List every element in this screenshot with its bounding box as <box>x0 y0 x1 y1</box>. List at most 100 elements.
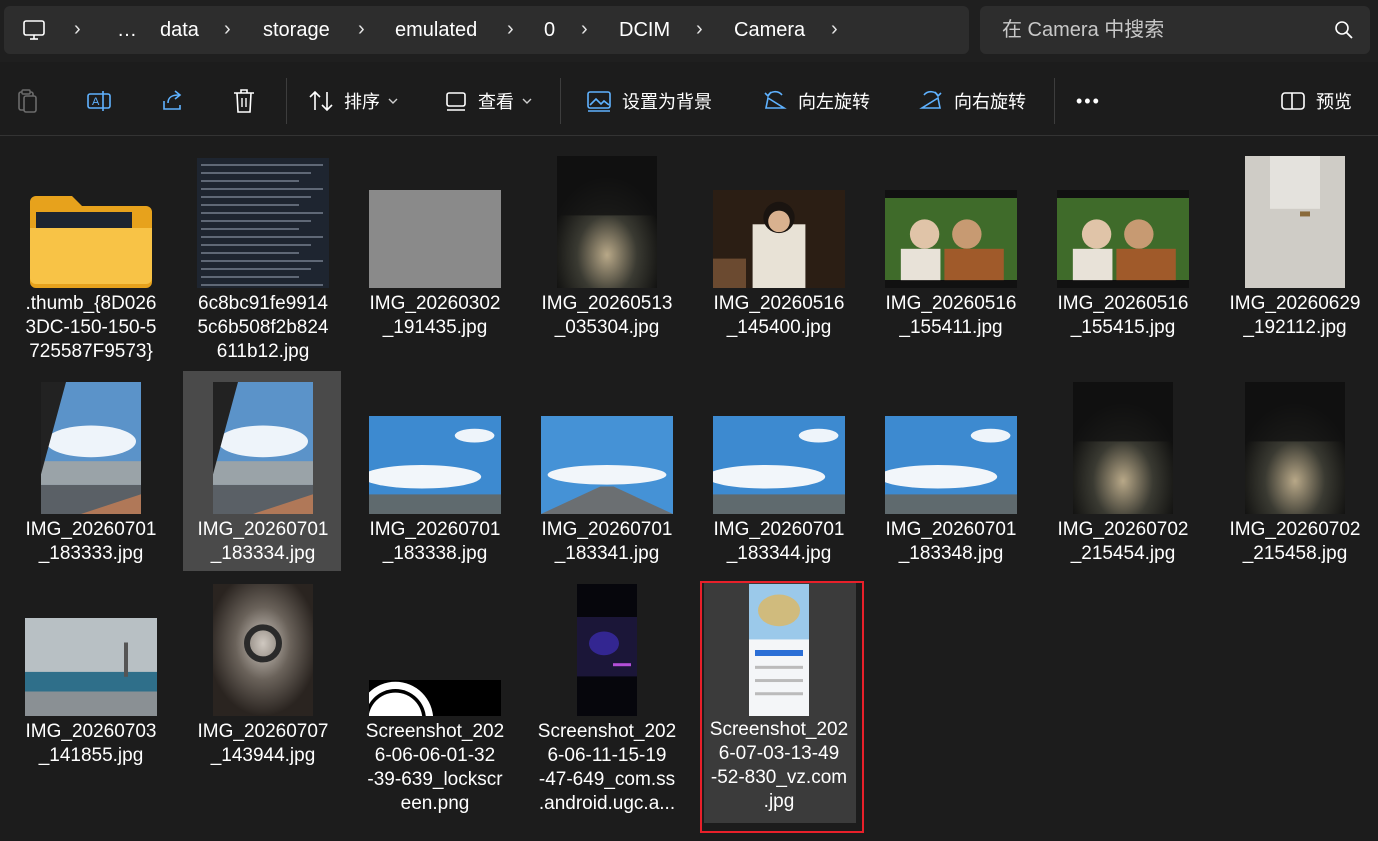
file-item[interactable]: IMG_20260302 _191435.jpg <box>356 152 514 352</box>
file-name-line: IMG_20260701 <box>25 519 157 540</box>
breadcrumb-item-emulated[interactable]: emulated <box>395 6 477 54</box>
rotate-left-icon <box>762 88 788 114</box>
rotate-left-button[interactable]: 向左旋转 <box>762 66 870 136</box>
file-item[interactable]: IMG_20260707 _143944.jpg <box>184 580 342 780</box>
rename-button[interactable]: A <box>86 66 112 136</box>
file-name-line: IMG_20260703 <box>25 721 157 742</box>
file-name: IMG_20260516 _155415.jpg <box>1044 292 1202 340</box>
file-item[interactable]: IMG_20260701 _183341.jpg <box>528 378 686 578</box>
file-name: IMG_20260302 _191435.jpg <box>356 292 514 340</box>
file-name-line: IMG_20260302 <box>369 293 501 314</box>
breadcrumb-item-dcim[interactable]: DCIM <box>619 6 670 54</box>
thumbnail <box>369 190 501 288</box>
file-name: IMG_20260702 _215458.jpg <box>1216 518 1374 566</box>
more-options-button[interactable]: ••• <box>1076 66 1101 136</box>
breadcrumb-item-storage[interactable]: storage <box>263 6 330 54</box>
svg-text:A: A <box>92 96 100 108</box>
file-name-line: Screenshot_202 <box>365 721 505 742</box>
search-icon[interactable] <box>1334 20 1354 40</box>
file-item[interactable]: Screenshot_202 6-07-03-13-49 -52-830_vz.co… <box>700 580 858 812</box>
file-name-line: _145400.jpg <box>726 317 832 338</box>
file-name-line: _183341.jpg <box>554 543 660 564</box>
folder-icon <box>26 188 156 288</box>
breadcrumb-separator[interactable]: › <box>507 6 514 54</box>
breadcrumb-item-0[interactable]: 0 <box>544 6 555 54</box>
file-item[interactable]: IMG_20260701 _183338.jpg <box>356 378 514 578</box>
delete-button[interactable] <box>232 66 256 136</box>
search-box[interactable]: 在 Camera 中搜索 <box>980 6 1370 54</box>
file-item[interactable]: IMG_20260629 _192112.jpg <box>1216 152 1374 352</box>
view-button[interactable]: 查看 <box>444 66 532 136</box>
file-item[interactable]: IMG_20260516 _155411.jpg <box>872 152 1030 352</box>
chevron-down-icon <box>388 97 398 105</box>
breadcrumb[interactable]: › … › data storage › emulated › 0 › DCIM… <box>4 6 969 54</box>
file-name-line: _141855.jpg <box>38 745 144 766</box>
file-item[interactable]: IMG_20260701 _183333.jpg <box>12 378 170 578</box>
file-item[interactable]: IMG_20260701 _183348.jpg <box>872 378 1030 578</box>
breadcrumb-separator[interactable]: › <box>74 6 81 54</box>
toolbar-divider <box>286 78 287 124</box>
file-name-line: IMG_20260629 <box>1229 293 1361 314</box>
search-input[interactable]: 在 Camera 中搜索 <box>1002 6 1164 54</box>
file-item[interactable]: Screenshot_202 6-06-11-15-19 -47-649_com.s… <box>528 580 686 814</box>
file-name-line: 6-07-03-13-49 <box>718 743 840 764</box>
file-item[interactable]: IMG_20260701 _183334.jpg <box>184 378 342 578</box>
file-name-line: _155415.jpg <box>1070 317 1176 338</box>
breadcrumb-separator[interactable]: › <box>224 6 231 54</box>
file-name-line: _192112.jpg <box>1243 317 1347 338</box>
paste-button[interactable] <box>16 66 40 136</box>
file-item[interactable]: Screenshot_202 6-06-06-01-32 -39-639_locks… <box>356 580 514 814</box>
breadcrumb-separator[interactable]: › <box>696 6 703 54</box>
breadcrumb-separator[interactable]: › <box>358 6 365 54</box>
file-name-line: IMG_20260701 <box>369 519 501 540</box>
file-item[interactable]: IMG_20260516 _145400.jpg <box>700 152 858 352</box>
preview-pane-icon <box>1280 90 1306 112</box>
file-name: IMG_20260701 _183341.jpg <box>528 518 686 566</box>
preview-pane-button[interactable]: 预览 <box>1280 66 1352 136</box>
file-name-line: Screenshot_202 <box>537 721 677 742</box>
file-name-line: IMG_20260707 <box>197 721 329 742</box>
file-name: IMG_20260701 _183334.jpg <box>184 518 342 566</box>
breadcrumb-item-data[interactable]: data <box>160 6 199 54</box>
file-name: IMG_20260707 _143944.jpg <box>184 720 342 768</box>
file-name-line: _191435.jpg <box>382 317 488 338</box>
thumbnail <box>213 584 313 716</box>
file-item[interactable]: IMG_20260513 _035304.jpg <box>528 152 686 352</box>
file-name-line: .thumb_{8D026 <box>25 293 157 314</box>
file-name: IMG_20260701 _183348.jpg <box>872 518 1030 566</box>
computer-icon[interactable] <box>22 19 46 46</box>
file-item[interactable]: IMG_20260516 _155415.jpg <box>1044 152 1202 352</box>
file-name-line: IMG_20260702 <box>1229 519 1361 540</box>
sort-button[interactable]: 排序 <box>308 66 398 136</box>
file-name-line: _215454.jpg <box>1070 543 1176 564</box>
thumbnail <box>369 680 501 716</box>
thumbnail <box>1073 382 1173 514</box>
file-name: IMG_20260701 _183344.jpg <box>700 518 858 566</box>
breadcrumb-separator[interactable]: › <box>831 6 838 54</box>
folder-item[interactable]: .thumb_{8D026 3DC-150-150-5 725587F9573} <box>12 152 170 362</box>
file-name: IMG_20260513 _035304.jpg <box>528 292 686 340</box>
file-item[interactable]: 6c8bc91fe9914 5c6b508f2b824 611b12.jpg <box>184 152 342 362</box>
file-item[interactable]: IMG_20260701 _183344.jpg <box>700 378 858 578</box>
file-item[interactable]: IMG_20260702 _215458.jpg <box>1216 378 1374 578</box>
file-name-line: _155411.jpg <box>899 317 1003 338</box>
thumbnail <box>369 416 501 514</box>
share-button[interactable] <box>160 66 186 136</box>
file-name-line: IMG_20260516 <box>1057 293 1189 314</box>
file-item[interactable]: IMG_20260702 _215454.jpg <box>1044 378 1202 578</box>
set-background-button[interactable]: 设置为背景 <box>586 66 712 136</box>
rotate-right-button[interactable]: 向右旋转 <box>918 66 1026 136</box>
file-name-line: .android.ugc.a... <box>538 793 676 814</box>
file-item[interactable]: IMG_20260703 _141855.jpg <box>12 580 170 780</box>
file-name: IMG_20260701 _183338.jpg <box>356 518 514 566</box>
thumbnail <box>25 618 157 716</box>
file-name-line: 725587F9573} <box>29 341 153 362</box>
toolbar-divider <box>1054 78 1055 124</box>
breadcrumb-separator[interactable]: › <box>581 6 588 54</box>
thumbnail <box>713 416 845 514</box>
breadcrumb-item-camera[interactable]: Camera <box>734 6 805 54</box>
thumbnail <box>885 190 1017 288</box>
breadcrumb-item-more[interactable]: … <box>117 6 137 54</box>
thumbnail <box>213 382 313 514</box>
file-name: Screenshot_202 6-06-11-15-19 -47-649_com.s… <box>528 720 686 816</box>
